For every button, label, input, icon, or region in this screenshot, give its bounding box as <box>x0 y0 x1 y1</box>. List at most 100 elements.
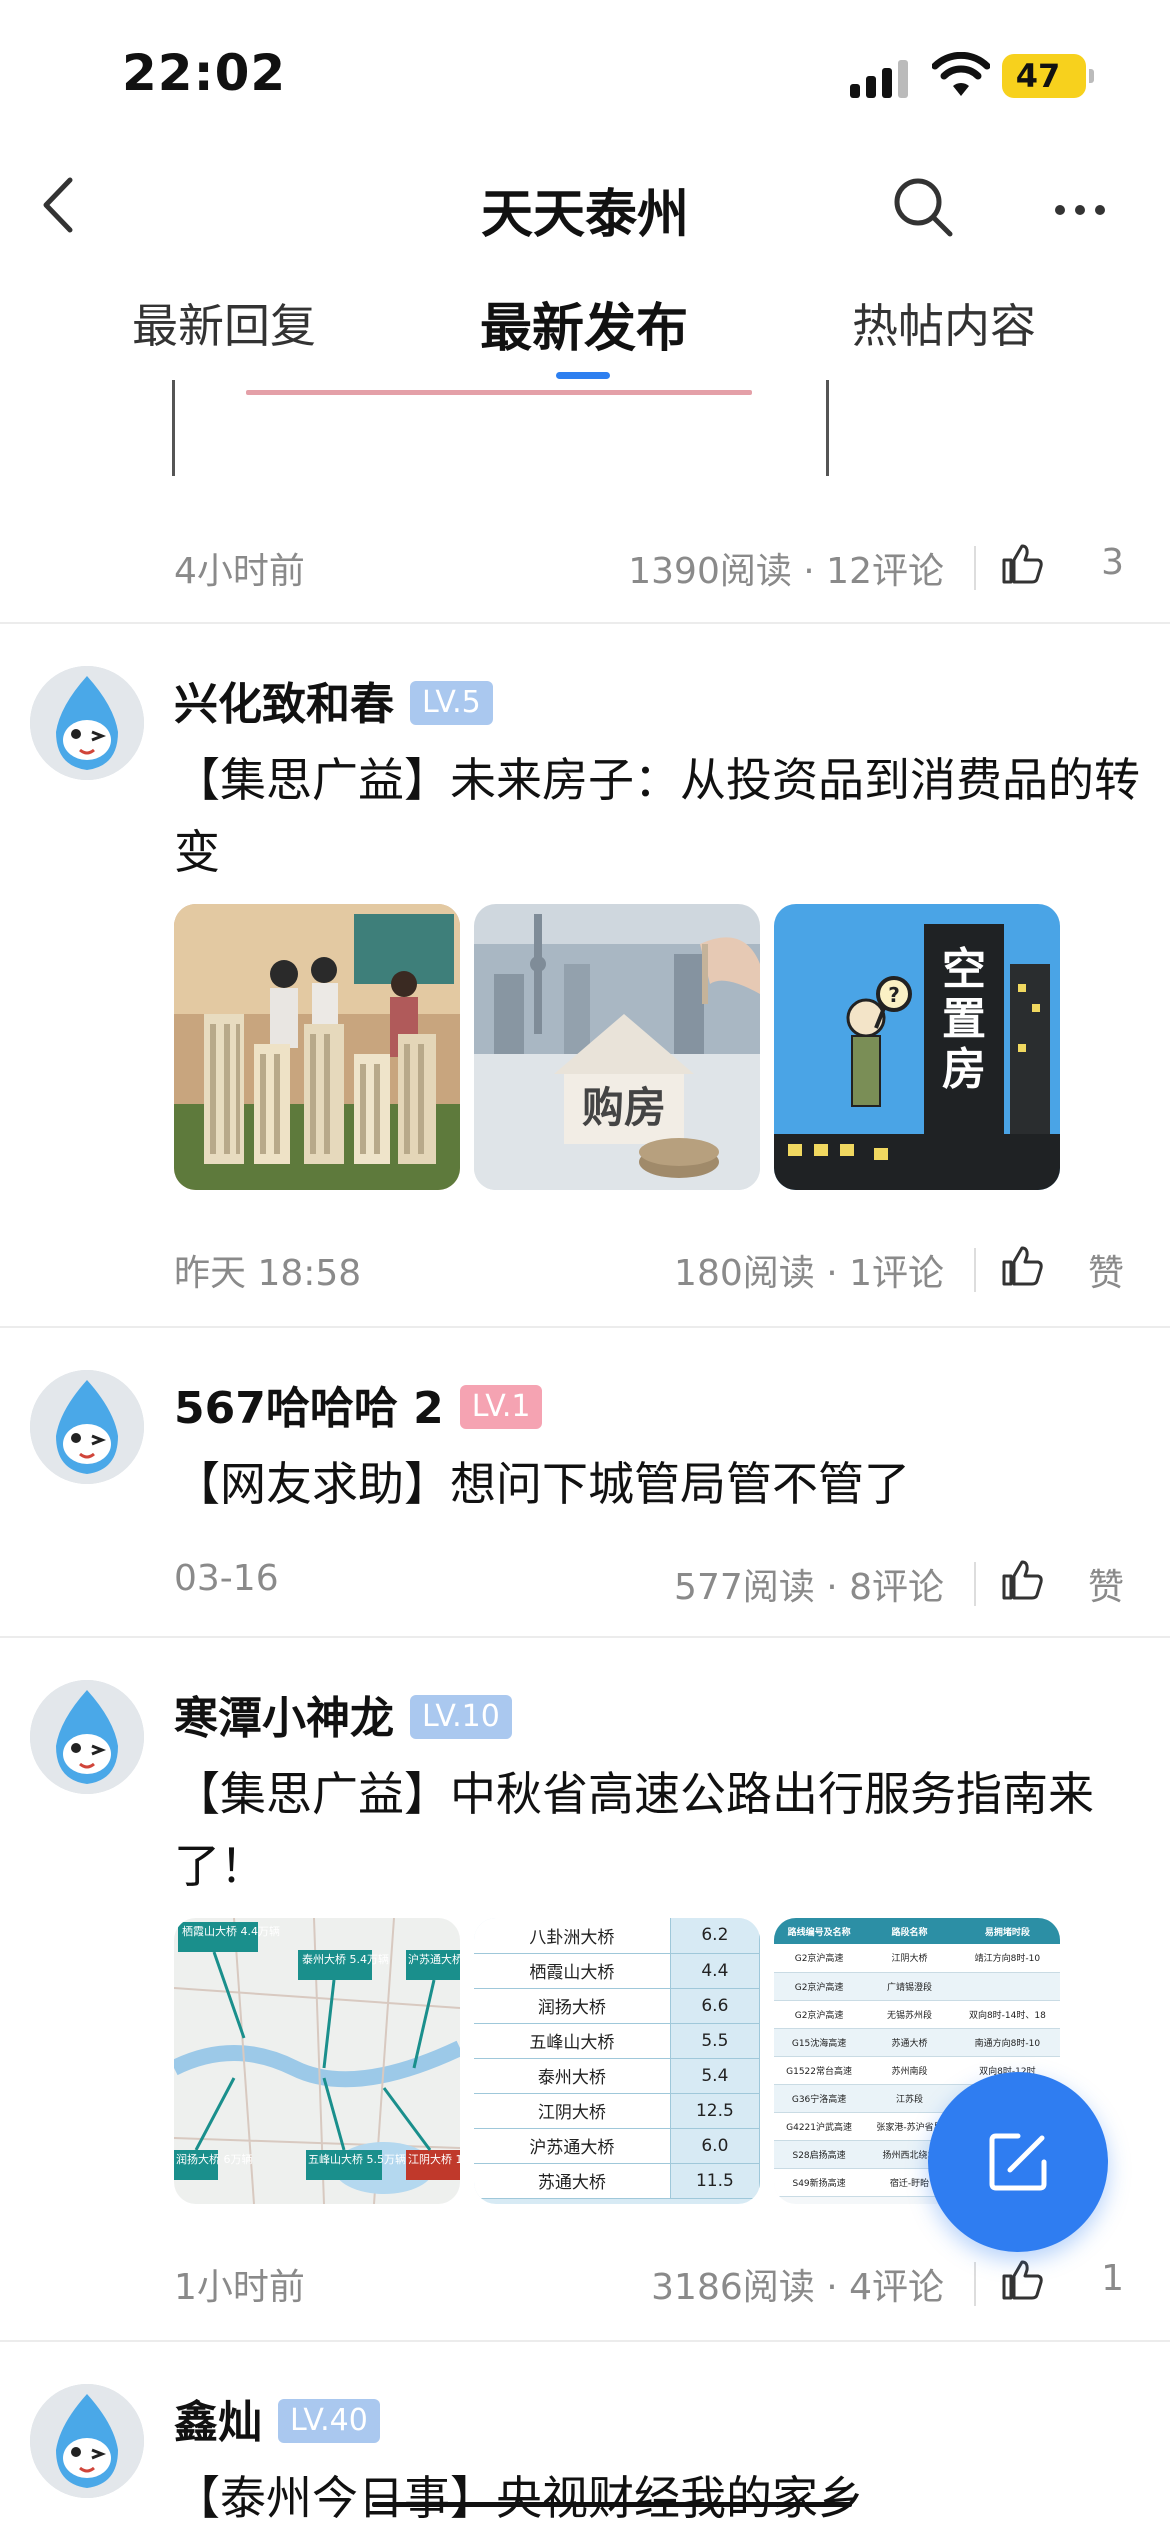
table-row: 苏通大桥 11.5 <box>474 2163 760 2198</box>
author-name[interactable]: 567哈哈哈 2 LV.1 <box>174 1372 543 1436</box>
divider <box>0 1326 1170 1328</box>
bridge-value: 11.5 <box>670 2163 760 2198</box>
divider <box>0 2340 1170 2342</box>
like-label[interactable]: 赞 <box>1088 1558 1124 1610</box>
map-label: 五峰山大桥 5.5万辆 <box>308 2152 406 2166</box>
post-images: 购房 空 置 房 ? <box>174 904 1094 1190</box>
thumbs-up-icon[interactable] <box>1000 542 1044 586</box>
like-label[interactable]: 赞 <box>1088 1244 1124 1296</box>
thumbnail-vacant-housing[interactable]: 空 置 房 ? <box>774 904 1060 1190</box>
road-section: 江苏段 <box>895 2094 923 2105</box>
avatar[interactable] <box>30 666 144 780</box>
table-row: G2京沪高速 无锡苏州段 双向8时-14时、18 <box>774 2000 1060 2028</box>
compose-button[interactable] <box>928 2072 1108 2252</box>
svg-text:房: 房 <box>942 1044 986 1095</box>
tab-latest-reply[interactable]: 最新回复 <box>132 290 316 380</box>
author-name[interactable]: 兴化致和春 LV.5 <box>174 668 493 732</box>
map-label: 栖霞山大桥 4.4万辆 <box>182 1924 280 1938</box>
author-label[interactable]: 鑫灿 <box>174 2397 262 2448</box>
nav-bar: 天天泰州 <box>0 150 1170 260</box>
post-meta: 昨天 18:58 180阅读 · 1评论 赞 <box>174 1244 1124 1294</box>
annotation-bracket-right <box>826 380 829 476</box>
road-section: 苏通大桥 <box>891 2038 928 2049</box>
divider <box>0 1636 1170 1638</box>
post-title[interactable]: 【集思广益】中秋省高速公路出行服务指南来了！ <box>174 1758 1144 1902</box>
annotation-line <box>246 390 752 395</box>
table-row: G2京沪高速 江阴大桥 靖江方向8时-10 <box>774 1944 1060 1972</box>
post-title[interactable]: 【泰州今日事】央视财经我的家乡 <box>174 2462 1144 2532</box>
road-route: G1522常台高速 <box>786 2066 853 2077</box>
author-label[interactable]: 567哈哈哈 2 <box>174 1383 444 1434</box>
bridge-value: 6.2 <box>670 1918 760 1953</box>
tab-latest-post[interactable]: 最新发布 <box>480 286 688 376</box>
meta-divider <box>974 2262 976 2306</box>
table-row: 栖霞山大桥 4.4 <box>474 1953 760 1988</box>
thumbnail-bridge-table[interactable]: 八卦洲大桥 6.2 栖霞山大桥 4.4 润扬大桥 6.6 五峰山大桥 5.5 泰州大桥 5.4 江阴… <box>474 1918 760 2204</box>
mascot-avatar-icon <box>30 1370 144 1484</box>
map-label: 泰州大桥 5.4万辆 <box>302 1952 389 1966</box>
more-options-icon[interactable] <box>1050 174 1110 240</box>
post-title[interactable]: 【集思广益】未来房子：从投资品到消费品的转变 <box>174 744 1144 888</box>
author-name[interactable]: 寒潭小神龙 LV.10 <box>174 1682 512 1746</box>
bridge-value: 4.4 <box>670 1953 760 1988</box>
bridge-name: 苏通大桥 <box>474 2163 671 2198</box>
bridge-value: 5.4 <box>670 2058 760 2093</box>
wifi-icon <box>932 52 990 96</box>
post-stats: 1390阅读 · 12评论 <box>628 551 944 592</box>
author-label[interactable]: 兴化致和春 <box>174 679 394 730</box>
cellular-signal-icon <box>850 58 910 98</box>
like-count[interactable]: 1 <box>1101 2258 1124 2299</box>
bridge-value: 5.5 <box>670 2023 760 2058</box>
table-row: 五峰山大桥 5.5 <box>474 2023 760 2058</box>
table-row: 江阴大桥 12.5 <box>474 2093 760 2128</box>
thumbs-up-icon[interactable] <box>1000 1558 1044 1602</box>
avatar[interactable] <box>30 1680 144 1794</box>
road-time: 南通方向8时-10 <box>974 2038 1041 2049</box>
level-badge: LV.5 <box>410 681 493 725</box>
avatar[interactable] <box>30 2384 144 2498</box>
post-time: 03-16 <box>174 1558 279 1599</box>
active-tab-indicator <box>556 372 610 379</box>
search-icon[interactable] <box>890 174 956 240</box>
post-meta: 4小时前 1390阅读 · 12评论 3 <box>174 542 1124 592</box>
road-route: G15沈海高速 <box>791 2038 847 2049</box>
meta-divider <box>974 546 976 590</box>
bridge-name: 江阴大桥 <box>474 2093 671 2128</box>
bridge-value: 12.5 <box>670 2093 760 2128</box>
table-row: G15沈海高速 苏通大桥 南通方向8时-10 <box>774 2028 1060 2056</box>
road-route: G2京沪高速 <box>794 2010 844 2021</box>
thumbs-up-icon[interactable] <box>1000 2258 1044 2302</box>
road-route: G4221沪武高速 <box>786 2122 853 2133</box>
post-stats: 180阅读 · 1评论 <box>674 1253 944 1294</box>
svg-text:置: 置 <box>942 994 986 1045</box>
road-time <box>955 1972 1060 2000</box>
level-badge: LV.1 <box>459 1385 543 1429</box>
road-section: 江阴大桥 <box>891 1954 928 1965</box>
thumbs-up-icon[interactable] <box>1000 1244 1044 1288</box>
post-title[interactable]: 【网友求助】想问下城管局管不管了 <box>174 1448 1144 1520</box>
mascot-avatar-icon <box>30 1680 144 1794</box>
bridge-name: 栖霞山大桥 <box>474 1953 671 1988</box>
thumbnail-bridge-map[interactable]: 栖霞山大桥 4.4万辆 泰州大桥 5.4万辆 沪苏通大桥 6.0万辆 五峰山大桥… <box>174 1918 460 2204</box>
author-name[interactable]: 鑫灿 LV.40 <box>174 2386 380 2450</box>
road-section: 广靖锡澄段 <box>886 1982 932 1993</box>
table-row: 泰州大桥 5.4 <box>474 2058 760 2093</box>
like-count[interactable]: 3 <box>1101 542 1124 583</box>
page-title: 天天泰州 <box>480 185 689 245</box>
tab-hot-posts[interactable]: 热帖内容 <box>852 290 1036 380</box>
battery-icon: 47 <box>1002 54 1094 98</box>
thumbnail-house-buy[interactable]: 购房 <box>474 904 760 1190</box>
avatar[interactable] <box>30 1370 144 1484</box>
svg-text:空: 空 <box>942 944 986 995</box>
back-arrow-icon[interactable] <box>30 170 90 240</box>
road-time: 双向8时-14时、18 <box>968 2010 1046 2021</box>
post-time: 昨天 18:58 <box>174 1253 362 1294</box>
level-badge: LV.10 <box>410 1695 512 1739</box>
map-label: 江阴大桥 12.5万辆 <box>408 2152 460 2166</box>
svg-text:购房: 购房 <box>582 1083 666 1132</box>
svg-text:?: ? <box>888 983 900 1007</box>
table-row: G2京沪高速 广靖锡澄段 <box>774 1972 1060 2000</box>
thumbnail-property-model[interactable] <box>174 904 460 1190</box>
level-badge: LV.40 <box>278 2399 380 2443</box>
author-label[interactable]: 寒潭小神龙 <box>174 1693 394 1744</box>
